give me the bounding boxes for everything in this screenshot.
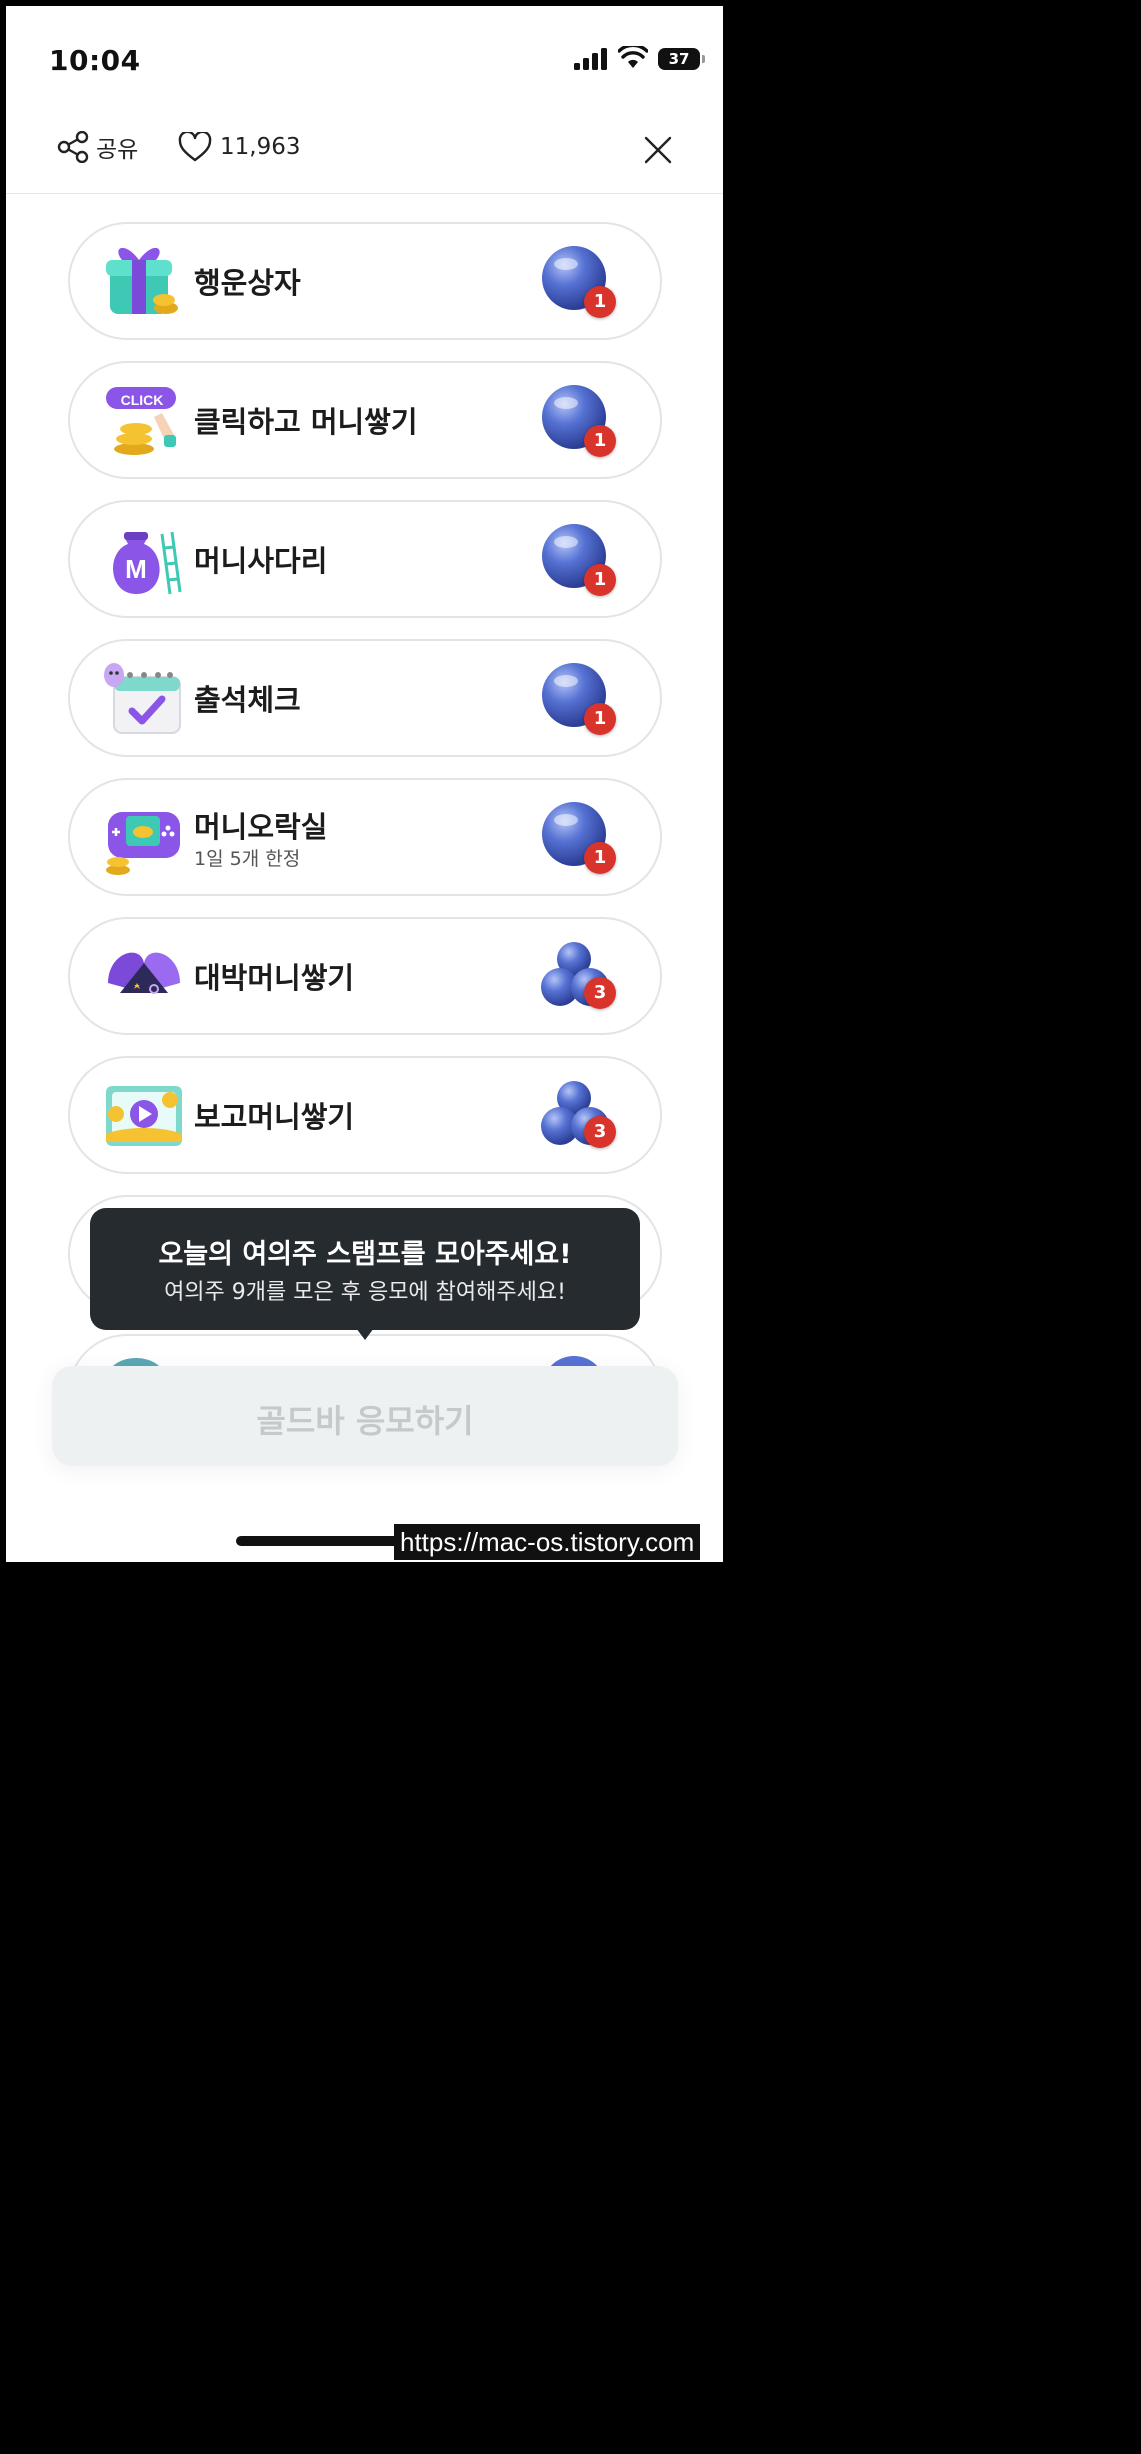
apply-button-label: 골드바 응모하기 xyxy=(256,1402,474,1440)
item-label: 보고머니쌓기 xyxy=(194,1100,355,1134)
list-item-attendance[interactable]: 출석체크 1 xyxy=(68,639,662,757)
share-label: 공유 xyxy=(96,137,139,163)
app-screen: 10:04 37 공유 11,963 행운상자 1 CLICK 클릭하고 머니쌓… xyxy=(6,6,723,1562)
dragon-orb-icon: 1 xyxy=(540,522,620,602)
item-label: 머니오락실 xyxy=(194,810,328,844)
cellular-signal-icon xyxy=(574,48,607,70)
tooltip-arrow xyxy=(356,1328,374,1340)
bag-letter: M xyxy=(125,554,147,584)
dragon-orb-stack-icon: 3 xyxy=(540,1078,620,1158)
watermark: https://mac-os.tistory.com xyxy=(394,1524,701,1560)
stamp-tooltip: 오늘의 여의주 스탬프를 모아주세요! 여의주 9개를 모은 후 응모에 참여해… xyxy=(90,1208,640,1330)
item-sublabel: 1일 5개 한정 xyxy=(194,848,301,870)
video-play-icon xyxy=(106,1086,182,1146)
header-bar: 공유 11,963 xyxy=(6,116,723,194)
count-badge: 1 xyxy=(584,286,616,318)
dragon-orb-icon: 1 xyxy=(540,383,620,463)
item-label: 출석체크 xyxy=(194,683,301,717)
dragon-orb-icon: 1 xyxy=(540,800,620,880)
click-text-label: CLICK xyxy=(121,392,164,408)
dragon-orb-stack-icon: 3 xyxy=(540,939,620,1019)
money-bag-ladder-icon: M xyxy=(113,531,182,595)
list-item-click-money[interactable]: CLICK 클릭하고 머니쌓기 1 xyxy=(68,361,662,479)
count-badge: 1 xyxy=(584,564,616,596)
count-badge: 1 xyxy=(584,842,616,874)
heart-icon xyxy=(178,132,212,162)
list-item-money-ladder[interactable]: M 머니사다리 1 xyxy=(68,500,662,618)
count-badge: 3 xyxy=(584,977,616,1009)
game-console-icon xyxy=(106,812,180,875)
close-icon[interactable] xyxy=(642,134,674,166)
calendar-check-icon xyxy=(104,663,181,734)
capsule-icon xyxy=(108,952,180,994)
battery-icon: 37 xyxy=(658,48,700,70)
item-label: 클릭하고 머니쌓기 xyxy=(194,405,418,439)
tooltip-description: 여의주 9개를 모은 후 응모에 참여해주세요! xyxy=(164,1280,566,1305)
status-icons: 37 xyxy=(574,46,708,74)
click-text: CLICK xyxy=(121,392,164,408)
tooltip-title: 오늘의 여의주 스탬프를 모아주세요! xyxy=(158,1239,572,1270)
dragon-orb-icon: 1 xyxy=(540,244,620,324)
gift-box-icon xyxy=(106,247,178,314)
like-count: 11,963 xyxy=(220,134,301,160)
item-label: 대박머니쌓기 xyxy=(194,961,355,995)
item-label: 머니사다리 xyxy=(194,544,328,578)
share-button[interactable]: 공유 xyxy=(56,130,138,164)
item-label: 행운상자 xyxy=(194,266,301,300)
list-item-money-arcade[interactable]: 머니오락실 1일 5개 한정 1 xyxy=(68,778,662,896)
list-item-watch-money[interactable]: 보고머니쌓기 3 xyxy=(68,1056,662,1174)
like-button[interactable]: 11,963 xyxy=(178,130,300,164)
count-badge: 1 xyxy=(584,425,616,457)
share-icon xyxy=(57,131,89,163)
count-badge: 1 xyxy=(584,703,616,735)
wifi-icon xyxy=(618,46,648,68)
status-time: 10:04 xyxy=(49,44,141,77)
dragon-orb-icon: 1 xyxy=(540,661,620,741)
list-item-jackpot-money[interactable]: 대박머니쌓기 3 xyxy=(68,917,662,1035)
apply-gold-bar-button[interactable]: 골드바 응모하기 xyxy=(52,1366,678,1466)
list-item-lucky-box[interactable]: 행운상자 1 xyxy=(68,222,662,340)
battery-tip xyxy=(702,55,705,63)
count-badge: 3 xyxy=(584,1116,616,1148)
